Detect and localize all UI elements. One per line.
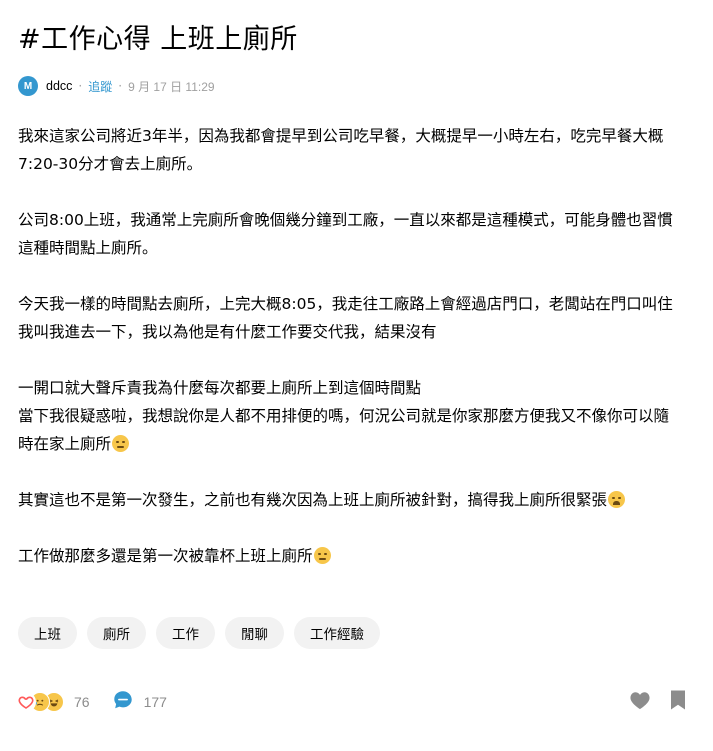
tag-chip[interactable]: 上班 — [18, 617, 77, 649]
post-paragraph: 一開口就大聲斥責我為什麼每次都要上廁所上到這個時間點 當下我很疑惑啦，我想說你是… — [18, 379, 670, 453]
post-paragraph: 我來這家公司將近3年半，因為我都會提早到公司吃早餐，大概提早一小時左右，吃完早餐… — [18, 127, 664, 173]
post-actions — [629, 689, 687, 715]
author-avatar[interactable]: M — [18, 76, 38, 96]
follow-button[interactable]: 追蹤 — [88, 78, 112, 95]
post-body: 我來這家公司將近3年半，因為我都會提早到公司吃早餐，大概提早一小時左右，吃完早餐… — [18, 122, 698, 598]
post-meta: M ddcc · 追蹤 · 9 月 17 日 11:29 — [18, 76, 215, 96]
tag-chip[interactable]: 工作 — [156, 617, 215, 649]
tag-chip[interactable]: 工作經驗 — [294, 617, 380, 649]
unamused-face-icon — [112, 435, 130, 452]
meta-separator: · — [78, 79, 83, 93]
bookmark-icon[interactable] — [669, 689, 687, 715]
tag-chip[interactable]: 閒聊 — [225, 617, 284, 649]
post-footer: 76 177 — [16, 690, 687, 714]
comments-button[interactable]: 177 — [112, 689, 167, 715]
post-title: #工作心得 上班上廁所 — [18, 24, 298, 55]
post-date: 9 月 17 日 11:29 — [128, 79, 215, 94]
reaction-count: 76 — [74, 694, 90, 710]
tag-chip[interactable]: 廁所 — [87, 617, 146, 649]
unamused-face-icon — [313, 547, 331, 564]
meta-separator: · — [118, 79, 123, 93]
heart-icon[interactable] — [629, 690, 651, 714]
comment-count: 177 — [143, 694, 167, 710]
tag-list: 上班 廁所 工作 閒聊 工作經驗 — [18, 617, 380, 649]
post-paragraph: 工作做那麼多還是第一次被靠杯上班上廁所 — [18, 542, 698, 570]
heart-icon — [16, 692, 36, 712]
post-paragraph: 其實這也不是第一次發生，之前也有幾次因為上班上廁所被針對，搞得我上廁所很緊張 — [18, 486, 698, 514]
author-name[interactable]: ddcc — [46, 79, 72, 93]
tired-face-icon — [608, 491, 626, 508]
comment-icon — [112, 689, 134, 715]
reactions-button[interactable]: 76 — [16, 692, 90, 712]
post-paragraph: 今天我一樣的時間點去廁所，上完大概8:05，我走往工廠路上會經過店門口，老闆站在… — [18, 295, 673, 341]
post-paragraph: 公司8:00上班，我通常上完廁所會晚個幾分鐘到工廠，一直以來都是這種模式，可能身… — [18, 211, 673, 257]
